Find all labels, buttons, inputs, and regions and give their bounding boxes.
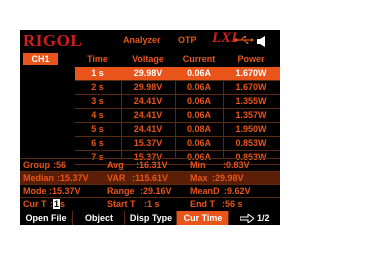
time-cell: 3 s	[91, 96, 104, 106]
table-row[interactable]: 1 s 29.98V 0.06A 1.670W	[75, 67, 280, 81]
table-row[interactable]: 3 s 24.41V 0.06A 1.355W	[75, 95, 280, 109]
table-row[interactable]: 6 s 15.37V 0.06A 0.853W	[75, 137, 280, 151]
voltage-cell: 24.41V	[133, 110, 163, 120]
speaker-icon	[257, 34, 267, 52]
curt-value[interactable]: :1s	[50, 198, 65, 210]
startt-label: Start T	[107, 199, 136, 209]
current-cell: 0.06A	[186, 82, 212, 92]
arrow-right-icon	[239, 213, 256, 225]
statistics-panel: Group :56 Avg :16.31V Min :0.83V Median …	[20, 158, 280, 210]
time-cell: 1 s	[91, 68, 104, 78]
voltage-cell: 29.98V	[133, 68, 163, 78]
mode-label: Mode	[23, 186, 47, 196]
current-cell: 0.06A	[186, 110, 212, 120]
voltage-cell: 24.41V	[133, 124, 163, 134]
meand-value: :9.62V	[224, 186, 251, 196]
time-cell: 5 s	[91, 124, 104, 134]
open-file-button[interactable]: Open File	[20, 211, 72, 225]
cur-time-button[interactable]: Cur Time	[176, 211, 229, 225]
current-cell: 0.06A	[186, 138, 212, 148]
median-value: :15.37V	[57, 173, 89, 183]
page-indicator: 1/2	[257, 213, 270, 223]
var-value: :115.61V	[132, 173, 169, 183]
mode-label: Analyzer	[123, 35, 161, 45]
next-page-button[interactable]: 1/2	[228, 211, 280, 225]
meand-label: MeanD	[190, 186, 220, 196]
current-cell: 0.06A	[186, 96, 212, 106]
data-table: 1 s 29.98V 0.06A 1.670W 2 s 29.98V 0.06A…	[75, 67, 280, 165]
min-label: Min	[190, 160, 206, 170]
current-cell: 0.06A	[186, 68, 212, 78]
current-cell: 0.08A	[186, 124, 212, 134]
rigol-logo: RIGOL	[23, 31, 83, 50]
otp-indicator: OTP	[178, 35, 197, 45]
avg-value: :16.31V	[136, 160, 168, 170]
group-value: :56	[53, 160, 67, 170]
softkey-menu: Open File Object Disp Type Cur Time 1/2	[20, 211, 280, 225]
max-value: :29.98V	[212, 173, 244, 183]
median-label: Median	[23, 173, 55, 183]
time-cell: 4 s	[91, 110, 104, 120]
endt-label: End T	[190, 199, 215, 209]
range-label: Range	[107, 186, 135, 196]
group-label: Group	[23, 160, 50, 170]
voltage-cell: 29.98V	[133, 82, 163, 92]
time-cell: 2 s	[91, 82, 104, 92]
time-cell: 6 s	[91, 138, 104, 148]
usb-icon	[234, 35, 254, 47]
table-row[interactable]: 5 s 24.41V 0.08A 1.950W	[75, 123, 280, 137]
avg-label: Avg	[107, 160, 124, 170]
object-button[interactable]: Object	[72, 211, 125, 225]
disp-type-button[interactable]: Disp Type	[124, 211, 177, 225]
instrument-screen: RIGOL Analyzer OTP LXI CH1 Time Voltage …	[20, 30, 280, 225]
header-bar: RIGOL Analyzer OTP LXI	[20, 30, 280, 50]
range-value: :29.16V	[140, 186, 172, 196]
table-row[interactable]: 2 s 29.98V 0.06A 1.670W	[75, 81, 280, 95]
stats-row: Mode :15.37V Range :29.16V MeanD :9.62V	[20, 184, 280, 197]
power-cell: 1.670W	[235, 68, 267, 78]
curt-label: Cur T	[23, 199, 47, 209]
endt-value: :56 s	[222, 199, 243, 209]
curt-input[interactable]: 1	[53, 199, 61, 209]
power-cell: 1.950W	[235, 124, 267, 134]
column-header-current: Current	[182, 54, 216, 64]
power-cell: 0.853W	[235, 138, 267, 148]
column-header-time: Time	[87, 54, 108, 64]
mode-value: :15.37V	[49, 186, 81, 196]
startt-value: :1 s	[144, 199, 160, 209]
column-header-power: Power	[237, 54, 265, 64]
power-cell: 1.355W	[235, 96, 267, 106]
stats-row: Group :56 Avg :16.31V Min :0.83V	[20, 158, 280, 171]
column-header-voltage: Voltage	[132, 54, 164, 64]
channel-tab[interactable]: CH1	[23, 53, 58, 65]
voltage-cell: 15.37V	[133, 138, 163, 148]
power-cell: 1.357W	[235, 110, 267, 120]
power-cell: 1.670W	[235, 82, 267, 92]
curt-suffix: s	[60, 199, 66, 209]
var-label: VAR	[107, 173, 126, 183]
stats-row: Median :15.37V VAR :115.61V Max :29.98V	[20, 171, 280, 184]
min-value: :0.83V	[223, 160, 250, 170]
stats-row: Cur T :1s Start T :1 s End T :56 s	[20, 197, 280, 210]
voltage-cell: 24.41V	[133, 96, 163, 106]
table-row[interactable]: 4 s 24.41V 0.06A 1.357W	[75, 109, 280, 123]
max-label: Max	[190, 173, 208, 183]
